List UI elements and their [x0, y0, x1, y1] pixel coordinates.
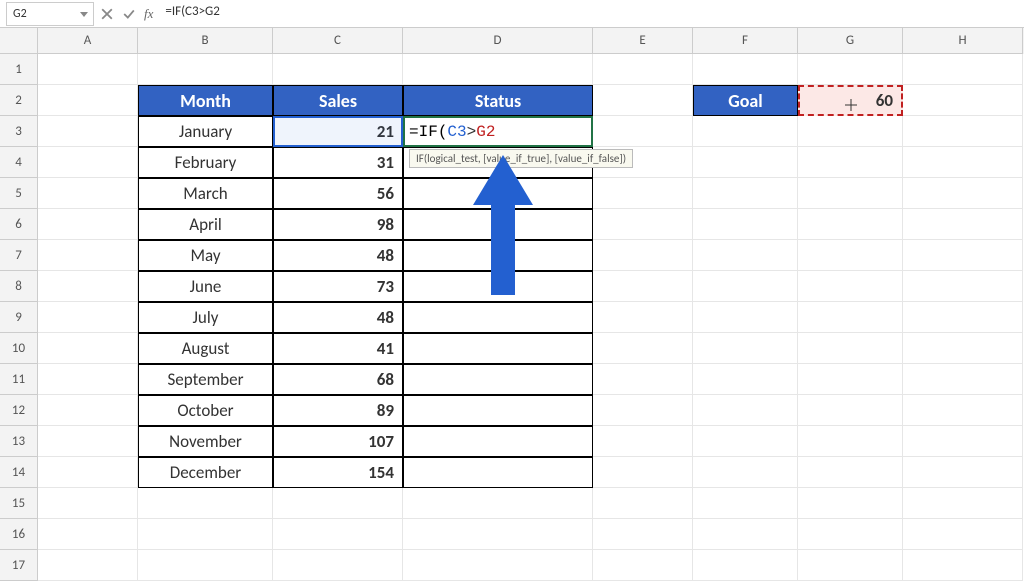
- cell-status[interactable]: [403, 209, 593, 240]
- column-header-f[interactable]: F: [693, 28, 798, 54]
- cell-status[interactable]: [403, 395, 593, 426]
- cell-month[interactable]: September: [138, 364, 273, 395]
- cell-month[interactable]: April: [138, 209, 273, 240]
- cell-month[interactable]: June: [138, 271, 273, 302]
- formula-bar: G2 fx =IF(C3>G2: [0, 0, 1024, 28]
- cell-month[interactable]: November: [138, 426, 273, 457]
- cell-month[interactable]: August: [138, 333, 273, 364]
- header-month[interactable]: Month: [138, 85, 273, 116]
- fx-icon[interactable]: fx: [144, 6, 153, 22]
- formula-input[interactable]: =IF(C3>G2: [159, 2, 1024, 26]
- cell-month[interactable]: December: [138, 457, 273, 488]
- active-cell-editor[interactable]: =IF(C3>G2: [403, 116, 593, 147]
- column-header-b[interactable]: B: [138, 28, 273, 54]
- row-header-17[interactable]: 17: [0, 550, 38, 581]
- cell-sales[interactable]: 68: [273, 364, 403, 395]
- row-header-9[interactable]: 9: [0, 302, 38, 333]
- enter-formula-button[interactable]: [118, 3, 140, 25]
- row-header-12[interactable]: 12: [0, 395, 38, 426]
- row-header-4[interactable]: 4: [0, 147, 38, 178]
- cell-sales[interactable]: 21: [273, 116, 403, 147]
- row-header-3[interactable]: 3: [0, 116, 38, 147]
- cell-status[interactable]: [403, 333, 593, 364]
- cell-sales[interactable]: 89: [273, 395, 403, 426]
- column-header-d[interactable]: D: [403, 28, 593, 54]
- cell-sales[interactable]: 48: [273, 240, 403, 271]
- row-header-15[interactable]: 15: [0, 488, 38, 519]
- column-header-e[interactable]: E: [593, 28, 693, 54]
- row-header-10[interactable]: 10: [0, 333, 38, 364]
- cell-sales[interactable]: 56: [273, 178, 403, 209]
- row-header-14[interactable]: 14: [0, 457, 38, 488]
- row-header-16[interactable]: 16: [0, 519, 38, 550]
- formula-tooltip: IF(logical_test, [value_if_true], [value…: [409, 149, 633, 168]
- header-sales[interactable]: Sales: [273, 85, 403, 116]
- cell-sales[interactable]: 107: [273, 426, 403, 457]
- cell-sales[interactable]: 48: [273, 302, 403, 333]
- row-header-2[interactable]: 2: [0, 85, 38, 116]
- cell-sales[interactable]: 73: [273, 271, 403, 302]
- cell-month[interactable]: May: [138, 240, 273, 271]
- cell-status[interactable]: [403, 457, 593, 488]
- row-header-13[interactable]: 13: [0, 426, 38, 457]
- referenced-cell-g2[interactable]: 60: [798, 85, 903, 116]
- cell-status[interactable]: [403, 178, 593, 209]
- column-header-c[interactable]: C: [273, 28, 403, 54]
- name-box-value: G2: [13, 7, 27, 21]
- name-box[interactable]: G2: [6, 2, 94, 26]
- select-all-corner[interactable]: [0, 28, 38, 54]
- cell-status[interactable]: [403, 302, 593, 333]
- cell-status[interactable]: [403, 364, 593, 395]
- cancel-formula-button[interactable]: [96, 3, 118, 25]
- cell-month[interactable]: October: [138, 395, 273, 426]
- row-header-5[interactable]: 5: [0, 178, 38, 209]
- cell-sales[interactable]: 31: [273, 147, 403, 178]
- cell-status[interactable]: [403, 271, 593, 302]
- cell-status[interactable]: [403, 240, 593, 271]
- header-status[interactable]: Status: [403, 85, 593, 116]
- row-header-8[interactable]: 8: [0, 271, 38, 302]
- cell-sales[interactable]: 41: [273, 333, 403, 364]
- row-header-1[interactable]: 1: [0, 54, 38, 85]
- column-header-g[interactable]: G: [798, 28, 903, 54]
- row-header-7[interactable]: 7: [0, 240, 38, 271]
- cell-month[interactable]: July: [138, 302, 273, 333]
- column-header-h[interactable]: H: [903, 28, 1023, 54]
- cell-month[interactable]: March: [138, 178, 273, 209]
- cell-sales[interactable]: 98: [273, 209, 403, 240]
- row-header-11[interactable]: 11: [0, 364, 38, 395]
- cell-month[interactable]: February: [138, 147, 273, 178]
- cell-status[interactable]: [403, 426, 593, 457]
- row-header-6[interactable]: 6: [0, 209, 38, 240]
- cell-month[interactable]: January: [138, 116, 273, 147]
- column-header-a[interactable]: A: [38, 28, 138, 54]
- spreadsheet: 1234567891011121314151617 ABCDEFGH Month…: [0, 28, 1024, 576]
- cell-cursor-icon: [845, 95, 857, 107]
- header-goal[interactable]: Goal: [693, 85, 798, 116]
- cell-sales[interactable]: 154: [273, 457, 403, 488]
